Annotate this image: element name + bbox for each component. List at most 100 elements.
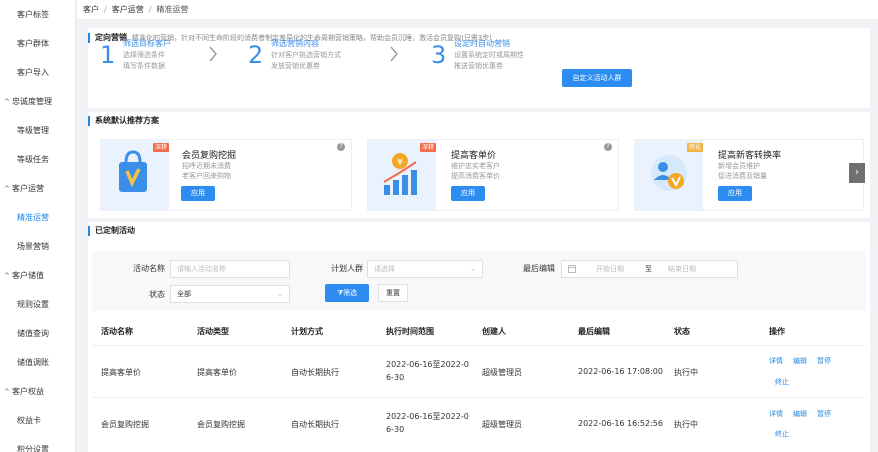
rec-title: 提高新客转换率 (718, 151, 782, 161)
step-1-line1: 选择筛选条件 (123, 51, 165, 59)
col-type: 活动类型 (197, 327, 229, 336)
sidebar-item[interactable]: 客户导入 (0, 58, 75, 87)
cell-range: 2022-06-16至2022-0 6-30 (386, 412, 469, 434)
apply-button[interactable]: 应用 (181, 186, 215, 201)
breadcrumb-mid[interactable]: 客户运营 (112, 5, 144, 14)
step-2-title[interactable]: 筛选营销内容 (271, 38, 319, 49)
sidebar-label: 积分设置 (17, 445, 49, 452)
sidebar-item[interactable]: 储值调账 (0, 348, 75, 377)
crowd-select-placeholder: 请选择 (374, 265, 395, 273)
cell-name: 提高客单价 (101, 368, 141, 377)
col-edited: 最后编辑 (578, 327, 610, 336)
step-3: 3 设定时自动营销 设置系统定时或周期性 推送营销优惠券 (431, 37, 551, 77)
rec-line1: 招呼近期未消费 (182, 162, 231, 170)
cell-status: 执行中 (674, 420, 698, 429)
rec-tag: 深耕 (153, 143, 170, 152)
recommend-title: 系统默认推荐方案 (88, 116, 159, 126)
date-range-picker[interactable]: 开始日期 至 结束日期 (561, 260, 738, 278)
pause-link[interactable]: 暂停 (817, 356, 831, 366)
filter-edit-label: 最后编辑 (523, 264, 555, 273)
terminate-link[interactable]: 终止 (775, 377, 789, 387)
sidebar: 客户标签 客户群体 客户导入 ^ 忠诚度管理 等级管理 等级任务 ^ 客户运营 精准运营 场景营销 ^… (0, 0, 76, 452)
status-select-value: 全部 (177, 290, 191, 298)
step-3-number: 3 (431, 41, 447, 69)
sidebar-label: 客户群体 (17, 39, 49, 48)
step-3-title[interactable]: 设定时自动营销 (454, 38, 510, 49)
apply-button[interactable]: 应用 (451, 186, 485, 201)
terminate-link[interactable]: 终止 (775, 429, 789, 439)
step-2-line1: 针对客户挑选营销方式 (271, 51, 341, 59)
sidebar-item[interactable]: 权益卡 (0, 406, 75, 435)
cell-type: 提高客单价 (197, 368, 237, 377)
col-plan: 计划方式 (291, 327, 323, 336)
sidebar-group[interactable]: ^ 忠诚度管理 (0, 87, 75, 116)
date-separator: 至 (645, 265, 652, 273)
breadcrumb-current: 精准运营 (156, 5, 189, 14)
detail-link[interactable]: 详情 (769, 356, 783, 366)
step-1: 1 筛选目标客户 选择筛选条件 填写条件数据 (100, 37, 220, 77)
sidebar-item[interactable]: 储值查询 (0, 319, 75, 348)
sidebar-item[interactable]: 客户标签 (0, 0, 75, 29)
edit-link[interactable]: 编辑 (793, 409, 807, 419)
sidebar-item[interactable]: 场景营销 (0, 232, 75, 261)
sidebar-item[interactable]: 积分设置 (0, 435, 75, 452)
col-range: 执行时间范围 (386, 327, 434, 336)
step-1-title[interactable]: 筛选目标客户 (123, 38, 171, 49)
filter-status-label: 状态 (149, 290, 165, 299)
chevron-up-icon: ^ (4, 185, 10, 193)
start-date[interactable]: 开始日期 (596, 261, 624, 277)
crowd-select[interactable]: 请选择 ⌄ (367, 260, 483, 278)
step-3-line2: 推送营销优惠券 (454, 62, 503, 70)
cell-edited: 2022-06-16 17:08:00 (578, 367, 663, 376)
sidebar-item[interactable]: 等级管理 (0, 116, 75, 145)
rec-line2: 提高消费客单价 (451, 172, 500, 180)
status-select[interactable]: 全部 ⌄ (170, 285, 290, 303)
chevron-up-icon: ^ (4, 272, 10, 280)
pause-link[interactable]: 暂停 (817, 409, 831, 419)
step-2-line2: 发放营销优惠券 (271, 62, 320, 70)
activity-name-input[interactable]: 请输入活动名称 (170, 260, 290, 278)
rec-title: 提高客单价 (451, 151, 497, 161)
help-icon[interactable]: ? (337, 143, 345, 151)
breadcrumb: 客户 / 客户运营 / 精准运营 (77, 0, 878, 20)
apply-button[interactable]: 应用 (718, 186, 752, 201)
carousel-next-button[interactable]: › (849, 163, 865, 183)
sidebar-label: 等级任务 (17, 155, 49, 164)
cell-name: 会员复购挖掘 (101, 420, 149, 429)
sidebar-label: 忠诚度管理 (12, 97, 52, 106)
sidebar-item[interactable]: 规则设置 (0, 290, 75, 319)
sidebar-label: 储值查询 (17, 329, 49, 338)
sidebar-label: 等级管理 (17, 126, 49, 135)
rec-tag: 转化 (687, 143, 704, 152)
help-icon[interactable]: ? (604, 143, 612, 151)
divider (92, 345, 866, 346)
col-name: 活动名称 (101, 327, 133, 336)
filter-button[interactable]: ⧩筛选 (325, 284, 369, 302)
sidebar-group[interactable]: ^ 客户权益 (0, 377, 75, 406)
chevron-up-icon: ^ (4, 98, 10, 106)
sidebar-group[interactable]: ^ 客户储值 (0, 261, 75, 290)
sidebar-group[interactable]: ^ 客户运营 (0, 174, 75, 203)
sidebar-label: 客户权益 (12, 387, 44, 396)
filter-name-label: 活动名称 (133, 264, 165, 273)
detail-link[interactable]: 详情 (769, 409, 783, 419)
sidebar-label: 规则设置 (17, 300, 49, 309)
cell-range: 2022-06-16至2022-0 6-30 (386, 360, 469, 382)
rec-card-repurchase: 深耕 会员复购挖掘 招呼近期未消费 老客户回来购物 应用 ? (100, 139, 352, 211)
edit-link[interactable]: 编辑 (793, 356, 807, 366)
sidebar-label: 精准运营 (17, 213, 49, 222)
reset-button[interactable]: 重置 (378, 284, 408, 302)
custom-crowd-button[interactable]: 自定义活动人群 (562, 69, 632, 87)
sidebar-item[interactable]: 精准运营 (0, 203, 75, 232)
rec-line1: 新增会员维护 (718, 162, 760, 170)
end-date[interactable]: 结束日期 (668, 261, 696, 277)
rec-line1: 维护忠实老客户 (451, 162, 500, 170)
sidebar-item[interactable]: 等级任务 (0, 145, 75, 174)
breadcrumb-root[interactable]: 客户 (83, 5, 99, 14)
col-creator: 创建人 (482, 327, 506, 336)
sidebar-label: 权益卡 (17, 416, 41, 425)
sidebar-label: 储值调账 (17, 358, 49, 367)
sidebar-item[interactable]: 客户群体 (0, 29, 75, 58)
sidebar-label: 客户导入 (17, 68, 49, 77)
chevron-right-icon (209, 46, 217, 62)
